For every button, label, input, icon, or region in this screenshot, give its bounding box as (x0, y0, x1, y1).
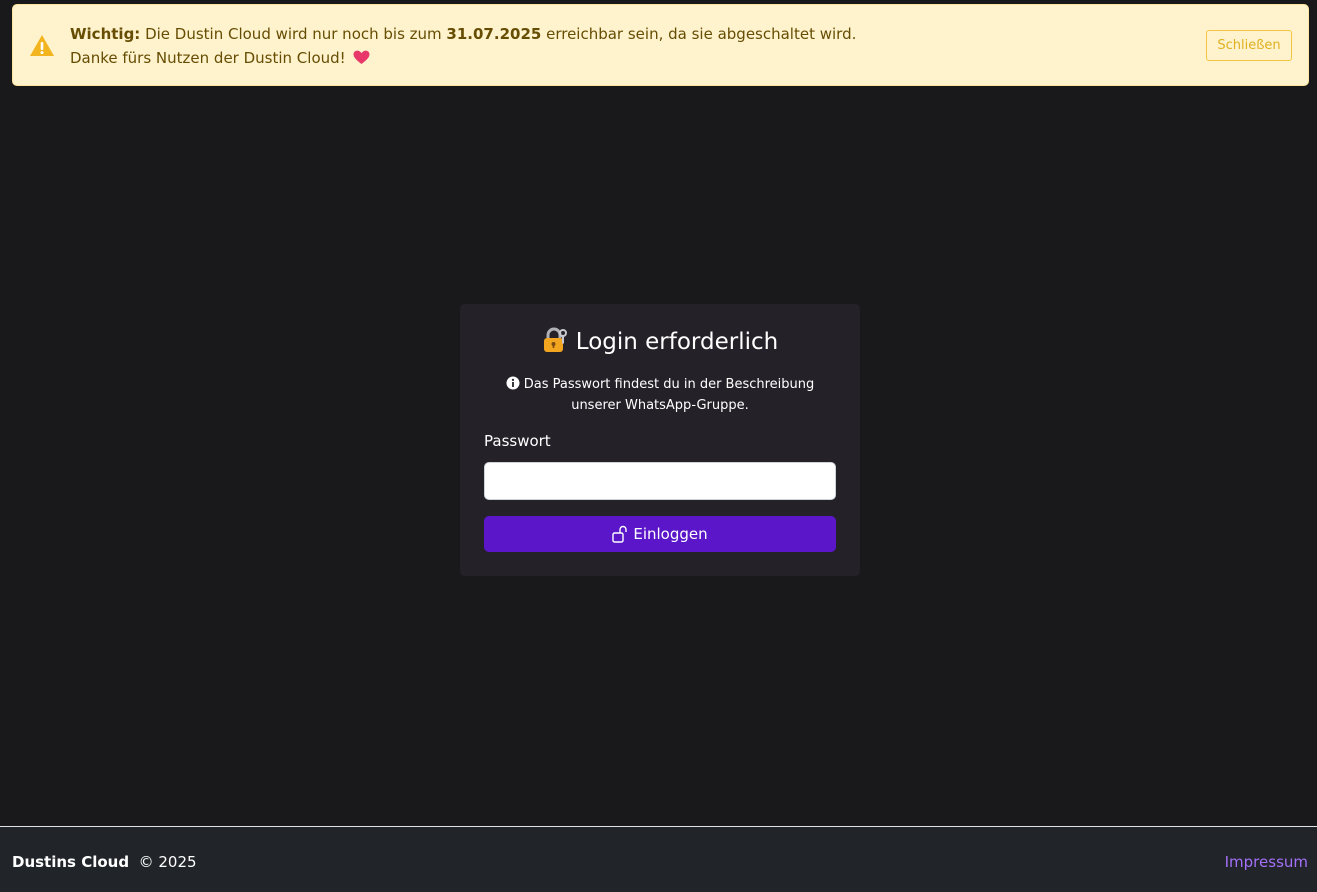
footer: Dustins Cloud © 2025 Impressum (0, 826, 1317, 892)
footer-brand-name: Dustins Cloud (12, 853, 130, 871)
footer-brand: Dustins Cloud © 2025 (12, 852, 197, 872)
impressum-link[interactable]: Impressum (1225, 852, 1308, 872)
alert-line-2: Danke fürs Nutzen der Dustin Cloud! (70, 46, 856, 70)
unlock-icon (612, 525, 628, 543)
footer-copyright: © 2025 (138, 853, 197, 871)
login-info-text: Das Passwort findest du in der Beschreib… (523, 377, 815, 413)
password-input[interactable] (484, 462, 836, 500)
login-title: Login erforderlich (460, 326, 860, 358)
alert-message: Wichtig: Die Dustin Cloud wird nur noch … (70, 22, 856, 70)
login-button[interactable]: Einloggen (484, 516, 836, 552)
lock-key-emoji-icon (543, 327, 567, 352)
alert-date: 31.07.2025 (446, 25, 542, 43)
announcement-alert: Wichtig: Die Dustin Cloud wird nur noch … (12, 4, 1309, 86)
alert-text-before: Die Dustin Cloud wird nur noch bis zum (140, 25, 447, 43)
heart-icon (353, 50, 370, 64)
alert-thanks: Danke fürs Nutzen der Dustin Cloud! (70, 49, 346, 67)
login-button-label: Einloggen (633, 525, 708, 543)
password-label: Passwort (484, 432, 551, 450)
close-alert-button[interactable]: Schließen (1206, 30, 1292, 61)
alert-label: Wichtig: (70, 25, 141, 43)
info-circle-icon (506, 376, 520, 390)
alert-text-after: erreichbar sein, da sie abgeschaltet wir… (541, 25, 857, 43)
login-info: Das Passwort findest du in der Beschreib… (480, 374, 840, 416)
warning-triangle-icon (30, 35, 54, 56)
login-card: Login erforderlich Das Passwort findest … (460, 304, 860, 576)
alert-line-1: Wichtig: Die Dustin Cloud wird nur noch … (70, 22, 856, 46)
login-title-text: Login erforderlich (575, 329, 779, 355)
